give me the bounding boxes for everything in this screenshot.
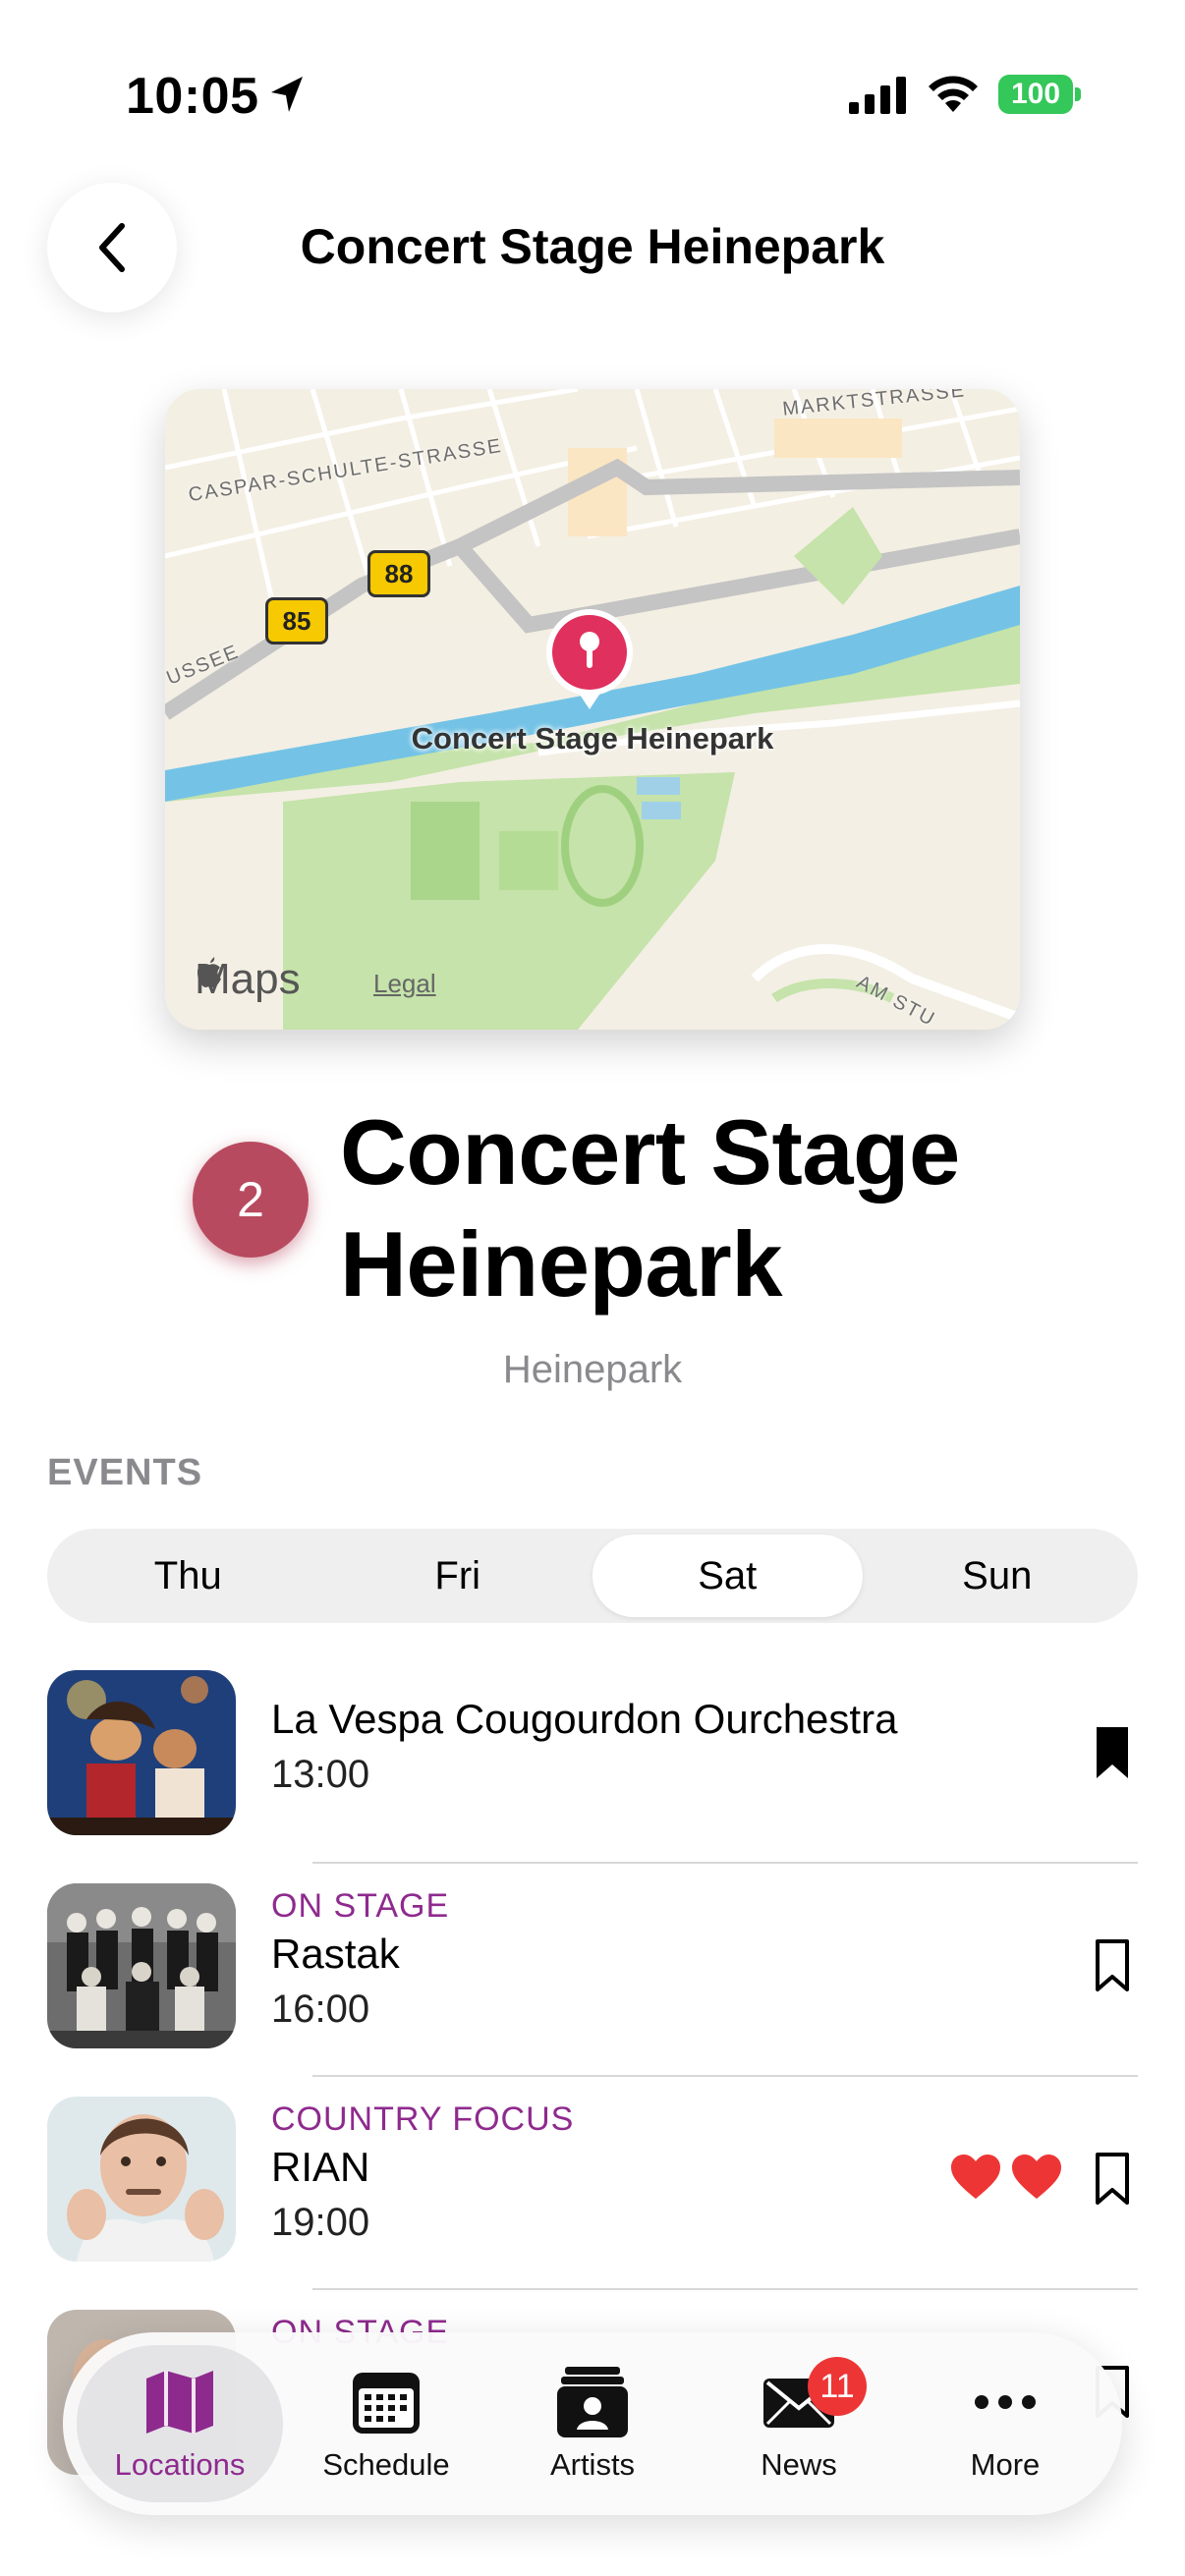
event-row[interactable]: COUNTRY FOCUS RIAN 19:00 (0, 2097, 1185, 2310)
event-name: La Vespa Cougourdon Ourchestra (271, 1696, 898, 1742)
heart-icon (1012, 2155, 1061, 2199)
event-text: La Vespa Cougourdon Ourchestra 13:00 (271, 1692, 897, 1802)
event-time: 16:00 (271, 1988, 370, 2031)
event-thumbnail (47, 1883, 236, 2048)
day-tab-thu[interactable]: Thu (53, 1535, 323, 1617)
event-row[interactable]: ON STAGE Rastak 16:00 (0, 1883, 1185, 2097)
tab-label: Artists (549, 2447, 636, 2482)
row-divider (312, 2288, 1138, 2290)
apple-logo-icon (198, 957, 221, 987)
bookmark-icon[interactable] (1093, 1938, 1132, 1993)
place-title: Concert Stage Heinepark (340, 1100, 960, 1316)
tab-news[interactable]: News 11 (696, 2345, 902, 2502)
row-divider (312, 1862, 1138, 1864)
location-number-badge: 2 (193, 1142, 309, 1258)
location-arrow-icon (271, 77, 303, 112)
event-tag: COUNTRY FOCUS (271, 2100, 575, 2138)
day-segmented-control: Thu Fri Sat Sun (47, 1529, 1138, 1623)
tab-bar: Locations Schedule Artists News 11 More (63, 2332, 1122, 2515)
day-tab-sun[interactable]: Sun (863, 1535, 1133, 1617)
event-time: 13:00 (271, 1753, 370, 1796)
event-text: ON STAGE Rastak 16:00 (271, 1885, 449, 2037)
map-icon (146, 2371, 213, 2434)
person-card-icon (557, 2367, 628, 2437)
bookmark-icon[interactable] (1093, 2152, 1132, 2207)
tab-label: More (970, 2447, 1041, 2482)
event-tag: ON STAGE (271, 1887, 450, 1925)
status-time: 10:05 (126, 68, 259, 125)
tab-locations[interactable]: Locations (77, 2345, 283, 2502)
route-shield-88: 88 (367, 550, 430, 597)
legal-link[interactable]: Legal (373, 969, 436, 999)
favorite-hearts (949, 2154, 1065, 2205)
wifi-icon (929, 76, 978, 112)
heart-icon (951, 2155, 1000, 2199)
nav-title: Concert Stage Heinepark (300, 219, 885, 274)
row-divider (312, 2075, 1138, 2077)
tab-schedule[interactable]: Schedule (283, 2345, 489, 2502)
events-section-header: EVENTS (47, 1452, 203, 1493)
battery-level: 100 (998, 75, 1073, 114)
map-pin-label: Concert Stage Heinepark (411, 721, 774, 756)
news-unread-badge: 11 (808, 2357, 867, 2416)
event-row[interactable]: La Vespa Cougourdon Ourchestra 13:00 (0, 1670, 1185, 1883)
status-bar: 10:05 100 (0, 0, 1185, 187)
tab-label: Schedule (322, 2447, 450, 2482)
tab-label: News (761, 2447, 837, 2482)
tab-artists[interactable]: Artists (489, 2345, 696, 2502)
event-text: COUNTRY FOCUS RIAN 19:00 (271, 2099, 574, 2250)
event-thumbnail (47, 2097, 236, 2262)
event-thumbnail (47, 1670, 236, 1835)
route-shield-85: 85 (265, 597, 328, 644)
apple-maps-logo: Maps (195, 955, 301, 1004)
calendar-icon (353, 2373, 420, 2434)
day-tab-fri[interactable]: Fri (323, 1535, 593, 1617)
event-time: 19:00 (271, 2201, 370, 2244)
tab-more[interactable]: More (902, 2345, 1108, 2502)
cellular-signal-icon (849, 77, 906, 114)
ellipsis-icon (975, 2395, 1036, 2409)
tab-label: Locations (114, 2447, 246, 2482)
battery-icon: 100 (998, 75, 1081, 114)
day-tab-sat[interactable]: Sat (592, 1535, 863, 1617)
event-name: RIAN (271, 2144, 370, 2190)
event-name: Rastak (271, 1931, 400, 1977)
bookmark-filled-icon[interactable] (1093, 1725, 1132, 1780)
place-subtitle: Heinepark (502, 1348, 683, 1391)
map-preview[interactable]: MARKTSTRASSE CASPAR-SCHULTE-STRASSE USSE… (165, 389, 1020, 1030)
